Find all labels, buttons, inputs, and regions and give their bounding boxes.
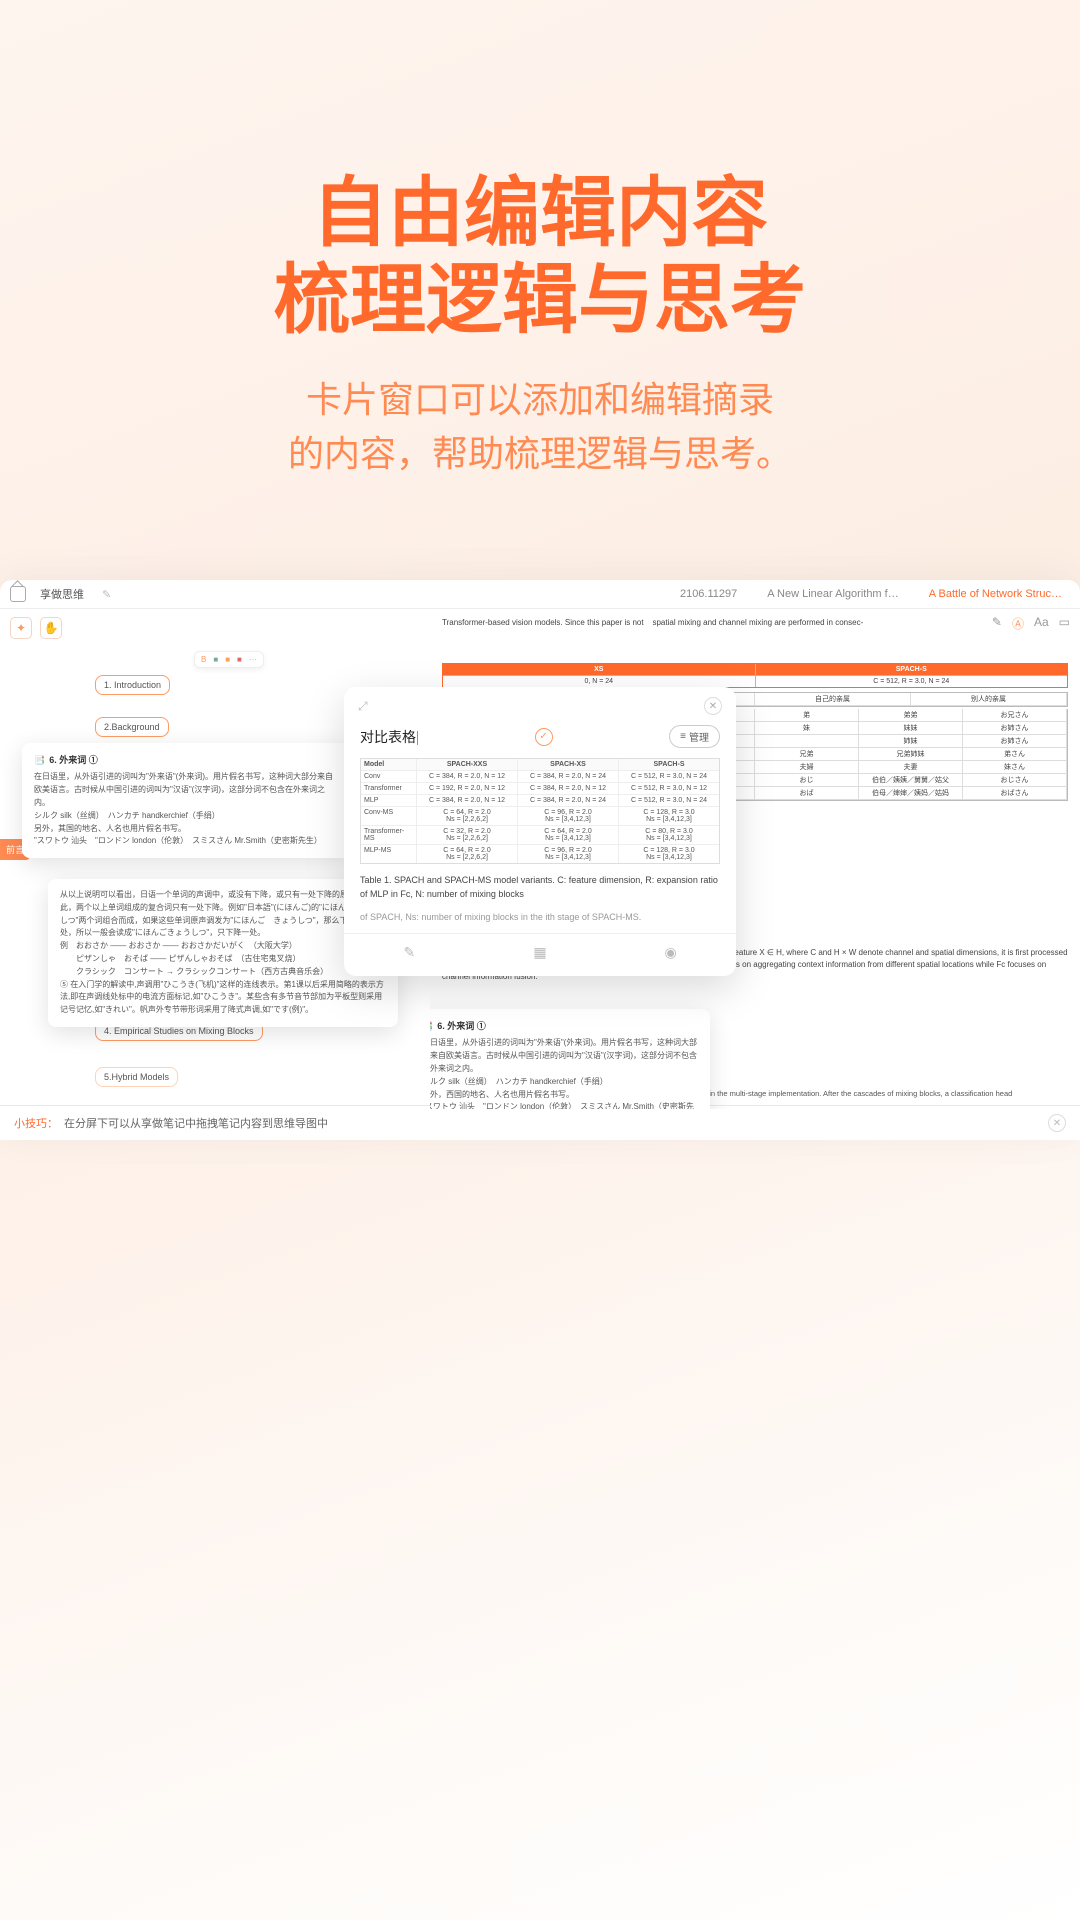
home-icon[interactable] [10,586,26,602]
hero-subtitle: 卡片窗口可以添加和编辑摘录 的内容，帮助梳理逻辑与思考。 [0,373,1080,481]
excerpt-card-c[interactable]: 6. 外来词 ① 在日语里，从外语引进的词叫为"外来语"(外来词)。用片假名书写… [430,1009,710,1109]
manage-button[interactable]: ≡ 管理 [669,725,720,748]
camera-icon[interactable]: ◉ [662,944,680,962]
top-bar: 享做思维 ✎ 2106.11297 A New Linear Algorithm… [0,580,1080,609]
note-icon[interactable]: ✎ [400,944,418,962]
format-toolbar[interactable]: B ■ ■ ■ ⋯ [194,651,264,668]
table-caption-1: Table 1. SPACH and SPACH-MS model varian… [360,874,720,901]
doc-spach-table: XSSPACH-S 0, N = 24C = 512, R = 3.0, N =… [442,663,1068,688]
doc-text: Transformer-based vision models. Since t… [442,617,1068,629]
node-introduction[interactable]: 1. Introduction [95,675,170,695]
card-b-line: クラシック コンサート → クラシックコンサート（西方古典音乐会） [60,966,386,979]
doc-title: 享做思维 [40,586,84,602]
workspace: ✦ ✋ B ■ ■ ■ ⋯ 前言 1. Introduction 2.Backg… [0,609,1080,1109]
color3-icon[interactable]: ■ [235,654,244,665]
hand-tool-icon[interactable]: ✋ [40,617,62,639]
dialog-toolbar: ✎ ▦ ◉ [344,933,736,976]
expand-icon[interactable]: ⤢ [358,699,368,714]
cursor-tool-icon[interactable]: ✦ [10,617,32,639]
text-tool-icon[interactable]: Aa [1034,615,1049,632]
hero-title: 自由编辑内容 梳理逻辑与思考 [0,170,1080,345]
close-icon[interactable]: ✕ [704,697,722,715]
table-caption-2: of SPACH, Ns: number of mixing blocks in… [360,911,720,925]
edit-title-icon[interactable]: ✎ [102,588,111,601]
tab-3[interactable]: A Battle of Network Struc… [921,588,1070,600]
excerpt-card-a[interactable]: 6. 外来词 ① 在日语里，从外语引进的词叫为"外来语"(外来词)。用片假名书写… [22,743,352,858]
card-c-line: シルク silk（丝绸） ハンカチ handkerchief（手绢） [430,1076,698,1089]
card-b-line: 例 おおさか —— おおさか —— おおさかだいがく （大阪大学） [60,940,386,953]
card-c-line: "スワトウ 汕头 "ロンドン london（伦敦） スミスさん Mr.Smith… [430,1101,698,1109]
card-a-line: 在日语里，从外语引进的词叫为"外来语"(外来词)。用片假名书写，这种词大部分来自… [34,771,340,809]
card-title-input[interactable]: 对比表格 [360,727,418,747]
confirm-icon[interactable]: ✓ [535,728,553,746]
card-a-title: 6. 外来词 ① [34,753,340,767]
card-a-line: "スワトウ 汕头 "ロンドン london（伦敦） スミスさん Mr.Smith… [34,835,340,848]
card-a-line: 另外，其国的地名、人名也用片假名书写。 [34,823,340,836]
card-a-line: シルク silk（丝绸） ハンカチ handkerchief（手绢） [34,810,340,823]
pencil-tool-icon[interactable]: ✎ [992,615,1002,632]
bold-icon[interactable]: B [199,654,208,665]
node-hybrid[interactable]: 5.Hybrid Models [95,1067,178,1087]
variants-table: ModelSPACH-XXSSPACH-XSSPACH-SConvC = 384… [360,758,720,864]
tab-2[interactable]: A New Linear Algorithm f… [759,588,906,600]
card-c-line: 在日语里，从外语引进的词叫为"外来语"(外来词)。用片假名书写，这种词大部分来自… [430,1037,698,1075]
bookmark-tool-icon[interactable]: ▭ [1059,615,1070,632]
app-screenshot: 享做思维 ✎ 2106.11297 A New Linear Algorithm… [0,580,1080,1140]
edit-card-dialog[interactable]: ⤢ ✕ 对比表格 ✓ ≡ 管理 ModelSPACH-XXSSPACH-XSSP… [344,687,736,976]
color1-icon[interactable]: ■ [211,654,220,665]
card-b-line: 从以上说明可以看出，日语一个单词的声调中，或没有下降，或只有一处下降的原则。因此… [60,889,386,940]
card-b-line: ピザンしゃ おそば —— ピザんしゃおそば （古住宅鬼叉烧） [60,953,386,966]
tip-label: 小技巧： [14,1115,58,1131]
color2-icon[interactable]: ■ [223,654,232,665]
card-b-line: ⑤ 在入门学的解读中,声调用"ひこうき(飞机)"这样的连线表示。第1课以后采用简… [60,979,386,1017]
tip-dismiss-icon[interactable]: ✕ [1048,1114,1066,1132]
node-background[interactable]: 2.Background [95,717,169,737]
image-icon[interactable]: ▦ [531,944,549,962]
more-format-icon[interactable]: ⋯ [247,654,259,665]
card-c-title: 6. 外来词 ① [430,1019,698,1033]
annotate-tool-icon[interactable]: Ⓐ [1012,615,1024,632]
hero: 自由编辑内容 梳理逻辑与思考 卡片窗口可以添加和编辑摘录 的内容，帮助梳理逻辑与… [0,0,1080,481]
tip-text: 在分屏下可以从享做笔记中拖拽笔记内容到思维导图中 [64,1115,328,1131]
tip-bar: 小技巧： 在分屏下可以从享做笔记中拖拽笔记内容到思维导图中 ✕ [0,1105,1080,1140]
card-c-line: 另外，西国的地名、人名也用片假名书写。 [430,1089,698,1102]
mindmap-tools: ✦ ✋ [10,617,62,639]
tab-1[interactable]: 2106.11297 [672,588,745,600]
doc-tools: ✎ Ⓐ Aa ▭ [992,615,1070,632]
